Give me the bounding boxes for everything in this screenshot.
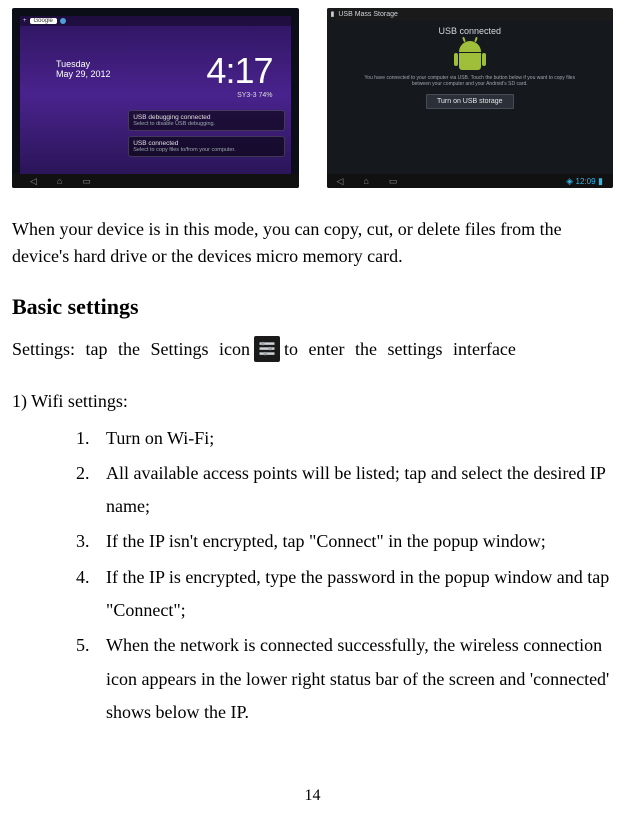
shot1-navbar: ◁ ⌂ ▭ [12,174,299,188]
google-search: Google [30,18,57,24]
notif-title: USB connected [133,140,280,147]
notif-sub: Select to copy files to/from your comput… [133,147,280,153]
home-screen-shot: + Google Tuesday May 29, 2012 4:17 SY3-3… [12,8,299,188]
wifi-status-icon: ◈ [566,176,575,186]
recents-icon: ▭ [389,176,398,187]
usb-connected-title: USB connected [438,26,501,36]
usb-message: You have connected to your computer via … [364,75,576,88]
usb-storage-shot: ▮ USB Mass Storage USB connected You hav… [327,8,614,188]
shot2-navbar: ◁ ⌂ ▭ ◈ 12:09 ▮ [327,174,614,188]
notif-usb-connected: USB connected Select to copy files to/fr… [128,136,285,157]
turn-on-usb-button[interactable]: Turn on USB storage [426,94,514,109]
wifi-settings-head: 1) Wifi settings: [12,391,613,412]
notif-sub: Select to disable USB debugging. [133,121,280,127]
wifi-steps-list: Turn on Wi-Fi; All available access poin… [12,422,613,730]
full-date: May 29, 2012 [56,70,111,80]
back-icon: ◁ [337,176,344,187]
sd-icon: ▮ [331,10,335,18]
settings-prefix: Settings: tap the Settings icon [12,334,250,365]
settings-line: Settings: tap the Settings icon to enter… [12,334,613,365]
mic-icon [60,18,66,24]
list-item: When the network is connected successful… [94,629,613,729]
list-item: Turn on Wi-Fi; [94,422,613,455]
plus-icon: + [23,18,27,24]
page-number: 14 [0,787,625,805]
shot2-body: USB connected You have connected to your… [327,20,614,174]
date-block: Tuesday May 29, 2012 [56,60,111,80]
home-icon: ⌂ [57,176,62,186]
shot1-topbar: + Google [20,16,291,26]
list-item: If the IP isn't encrypted, tap "Connect"… [94,525,613,558]
screenshot-row: + Google Tuesday May 29, 2012 4:17 SY3-3… [12,8,613,188]
wallpaper: + Google Tuesday May 29, 2012 4:17 SY3-3… [20,16,291,174]
recents-icon: ▭ [82,176,91,187]
shot2-tab-title: USB Mass Storage [338,11,398,18]
shot2-clock: 12:09 [576,177,596,186]
battery-status: SY3-3 74% [237,92,272,99]
settings-suffix: to enter the settings interface [284,334,516,365]
back-icon: ◁ [30,176,37,187]
home-icon: ⌂ [363,176,368,187]
list-item: If the IP is encrypted, type the passwor… [94,561,613,628]
notif-usb-debugging: USB debugging connected Select to disabl… [128,110,285,131]
basic-settings-heading: Basic settings [12,294,613,320]
settings-icon [254,336,280,362]
battery-icon: ▮ [598,176,603,186]
android-icon [457,41,483,71]
notif-title: USB debugging connected [133,114,280,121]
shot2-topbar: ▮ USB Mass Storage [327,8,614,20]
clock: 4:17 [206,50,272,92]
list-item: All available access points will be list… [94,457,613,524]
intro-paragraph: When your device is in this mode, you ca… [12,216,613,270]
